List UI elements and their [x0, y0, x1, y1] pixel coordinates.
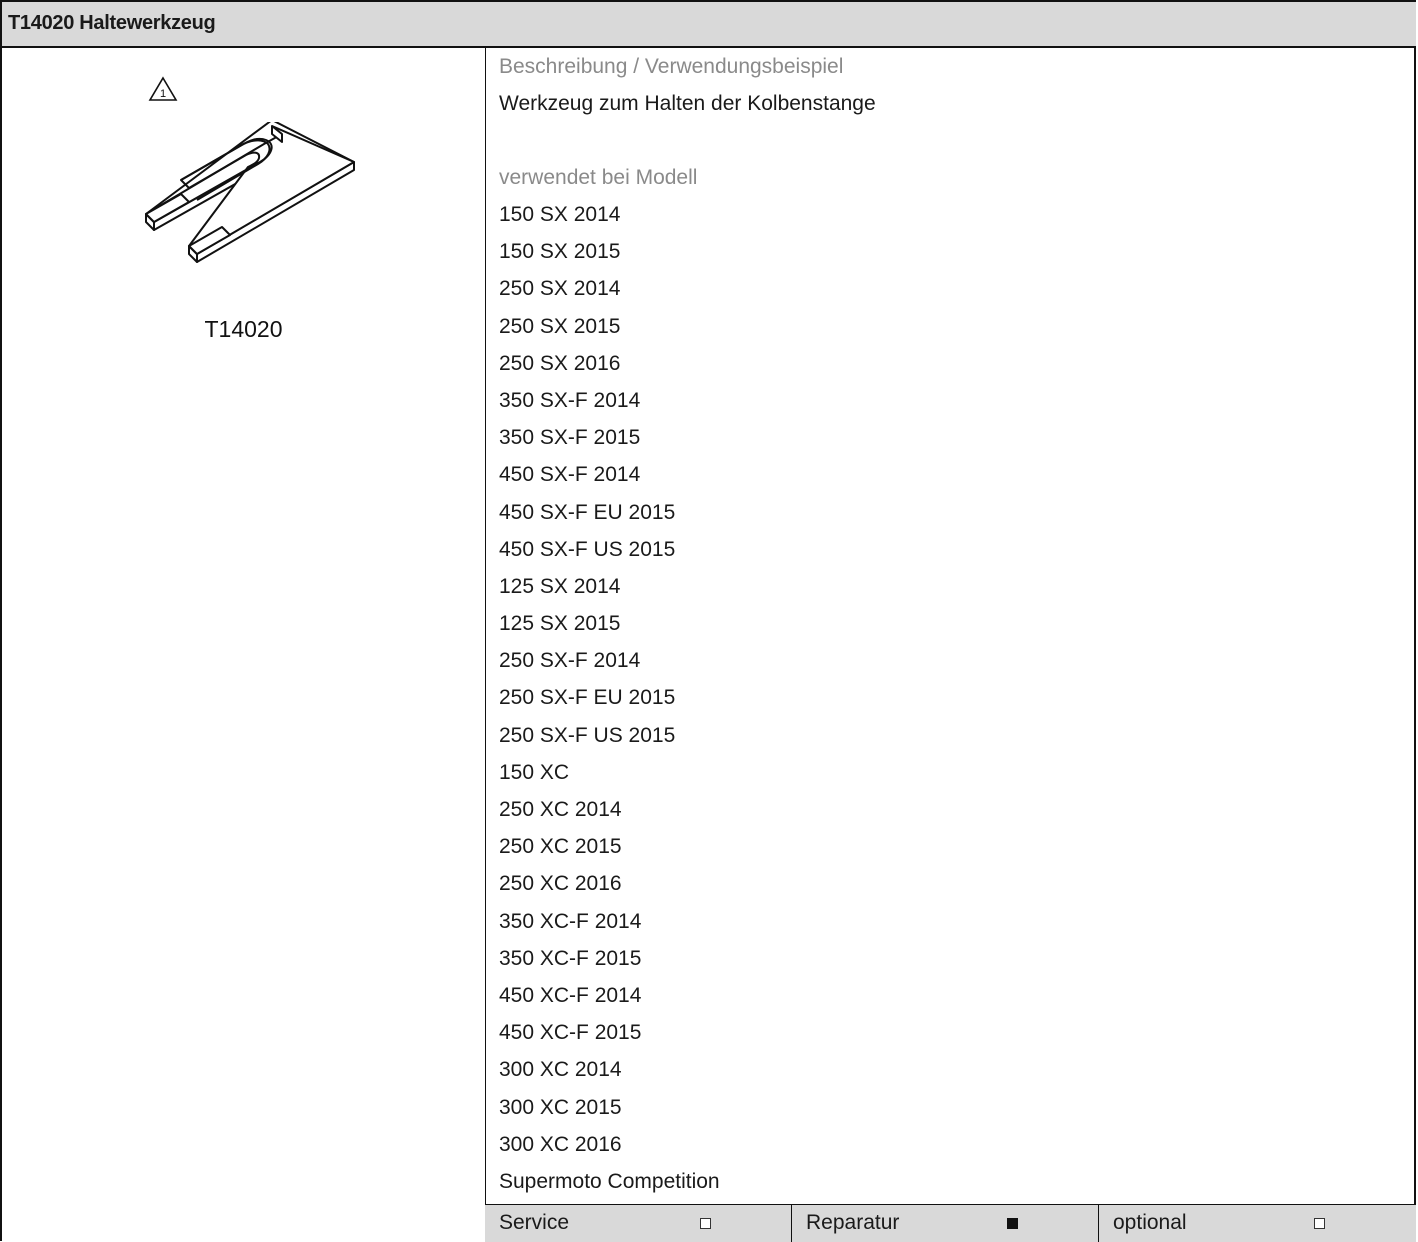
list-item: 250 SX-F 2014 — [499, 649, 641, 673]
list-item: 250 SX-F EU 2015 — [499, 686, 676, 710]
list-item: 350 SX-F 2014 — [499, 388, 641, 412]
category-label: optional — [1113, 1211, 1187, 1234]
list-item: 150 XC — [499, 760, 570, 784]
warning-number: 1 — [160, 88, 166, 100]
list-item: 350 SX-F 2015 — [499, 426, 641, 450]
category-optional: optional — [1098, 1205, 1405, 1242]
page-title: T14020 Haltewerkzeug — [8, 12, 216, 34]
checkbox-icon — [700, 1218, 711, 1229]
usage-category-bar: Service Reparatur optional — [485, 1204, 1416, 1242]
holding-tool-illustration — [145, 122, 355, 263]
list-item: 125 SX 2015 — [499, 612, 621, 636]
list-item: 450 XC-F 2015 — [499, 1021, 642, 1045]
tool-sheet: T14020 Haltewerkzeug 1 T14020 Beschreibu… — [0, 0, 1416, 1242]
list-item: 250 XC 2014 — [499, 798, 622, 821]
list-item: 125 SX 2014 — [499, 574, 621, 598]
model-list: 150 SX 2014 150 SX 2015 250 SX 2014 250 … — [499, 196, 1399, 1200]
list-item: 150 SX 2014 — [499, 203, 621, 226]
column-divider — [485, 48, 486, 1241]
list-item: 250 SX 2015 — [499, 314, 621, 338]
list-item: 250 SX 2016 — [499, 351, 621, 375]
list-item: 250 SX-F US 2015 — [499, 723, 676, 747]
list-item: 250 SX 2014 — [499, 277, 621, 301]
list-item: 450 SX-F US 2015 — [499, 537, 676, 561]
list-item: 300 XC 2015 — [499, 1095, 622, 1119]
category-reparatur: Reparatur — [791, 1205, 1098, 1242]
list-item: 250 XC 2016 — [499, 872, 622, 896]
tool-image-panel: 1 T14020 — [2, 48, 485, 1241]
list-item: 350 XC-F 2014 — [499, 909, 642, 933]
checkbox-icon — [1007, 1218, 1018, 1229]
checkbox-icon — [1314, 1218, 1325, 1229]
list-item: 450 XC-F 2014 — [499, 983, 642, 1007]
list-item: 150 SX 2015 — [499, 240, 621, 264]
list-item: 350 XC-F 2015 — [499, 946, 642, 970]
warning-triangle-icon: 1 — [148, 76, 178, 101]
list-item: 250 XC 2015 — [499, 835, 622, 859]
list-item: 300 XC 2014 — [499, 1058, 622, 1082]
list-item: 450 SX-F EU 2015 — [499, 500, 676, 524]
description-heading: Beschreibung / Verwendungsbeispiel — [499, 55, 844, 78]
category-label: Reparatur — [806, 1211, 900, 1234]
details-panel: Beschreibung / Verwendungsbeispiel Werkz… — [499, 48, 1399, 1200]
category-label: Service — [499, 1211, 570, 1234]
description-text: Werkzeug zum Halten der Kolbenstange — [499, 92, 876, 115]
list-item: Supermoto Competition — [499, 1169, 720, 1193]
models-heading: verwendet bei Modell — [499, 166, 698, 189]
category-service: Service — [485, 1205, 791, 1242]
list-item: 300 XC 2016 — [499, 1132, 622, 1156]
title-bar: T14020 Haltewerkzeug — [2, 0, 1416, 48]
list-item: 450 SX-F 2014 — [499, 463, 641, 487]
tool-code-label: T14020 — [204, 316, 283, 342]
